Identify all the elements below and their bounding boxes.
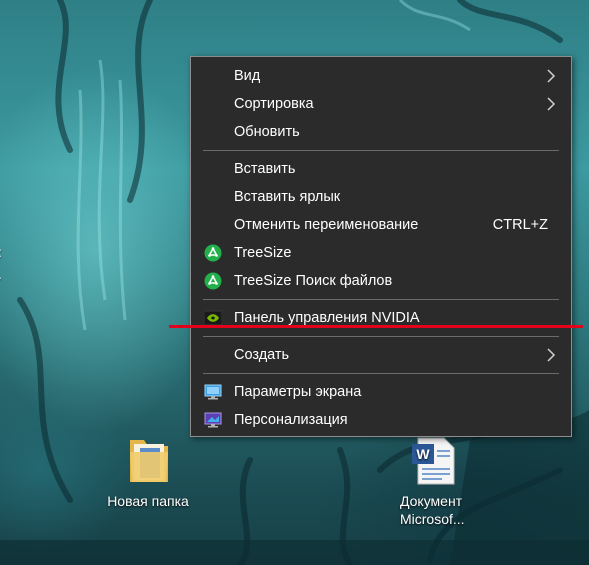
desktop-icon-label: Новая папка: [107, 493, 189, 509]
chevron-right-icon: [547, 348, 556, 362]
menu-item-label: Персонализация: [234, 412, 348, 428]
folder-icon: [130, 440, 168, 482]
desktop-icon-new-folder[interactable]: Новая папка: [98, 432, 198, 510]
menu-item-label: Параметры экрана: [234, 384, 362, 400]
menu-item-view[interactable]: Вид: [192, 62, 570, 90]
svg-text:W: W: [416, 446, 430, 462]
menu-item-label: Вставить ярлык: [234, 189, 341, 205]
display-settings-icon: [204, 384, 222, 400]
menu-item-sort[interactable]: Сортировка: [192, 90, 570, 118]
menu-item-personalization[interactable]: Персонализация: [192, 406, 570, 434]
menu-item-treesize[interactable]: TreeSize: [192, 239, 570, 267]
desktop-icon-label-line2: Microsof...: [400, 511, 465, 527]
menu-item-label: Вид: [234, 68, 261, 84]
chevron-right-icon: [547, 69, 556, 83]
menu-separator: [203, 299, 559, 300]
menu-item-undo-rename[interactable]: Отменить переименование CTRL+Z: [192, 211, 570, 239]
menu-item-label: Создать: [234, 347, 290, 363]
menu-item-label: TreeSize Поиск файлов: [234, 273, 393, 289]
desktop-context-menu: Вид Сортировка Обновить Вставить Вставит…: [190, 56, 572, 437]
menu-separator: [203, 336, 559, 337]
menu-item-display-settings[interactable]: Параметры экрана: [192, 378, 570, 406]
treesize-icon: [204, 244, 222, 262]
menu-item-paste-shortcut[interactable]: Вставить ярлык: [192, 183, 570, 211]
menu-item-treesize-search[interactable]: TreeSize Поиск файлов: [192, 267, 570, 295]
menu-item-label: TreeSize: [234, 245, 292, 261]
menu-separator: [203, 373, 559, 374]
menu-item-label: Обновить: [234, 124, 300, 140]
highlight-underline: [169, 325, 583, 328]
chevron-right-icon: [547, 97, 556, 111]
word-document-icon: W: [412, 437, 455, 485]
desktop-icon-label-line1: Документ: [400, 493, 463, 509]
menu-item-label: Сортировка: [234, 96, 314, 112]
offscreen-text-fragment: .: [0, 266, 2, 282]
menu-item-paste[interactable]: Вставить: [192, 155, 570, 183]
personalization-icon: [204, 412, 222, 428]
menu-item-label: Отменить переименование: [234, 217, 419, 233]
treesize-icon: [204, 272, 222, 290]
menu-item-new[interactable]: Создать: [192, 341, 570, 369]
menu-item-label: Вставить: [234, 161, 296, 177]
desktop-icon-document[interactable]: W Документ Microsof...: [384, 436, 484, 528]
menu-item-refresh[interactable]: Обновить: [192, 118, 570, 146]
menu-item-shortcut: CTRL+Z: [492, 217, 548, 233]
offscreen-text-fragment: :: [0, 244, 2, 260]
menu-separator: [203, 150, 559, 151]
